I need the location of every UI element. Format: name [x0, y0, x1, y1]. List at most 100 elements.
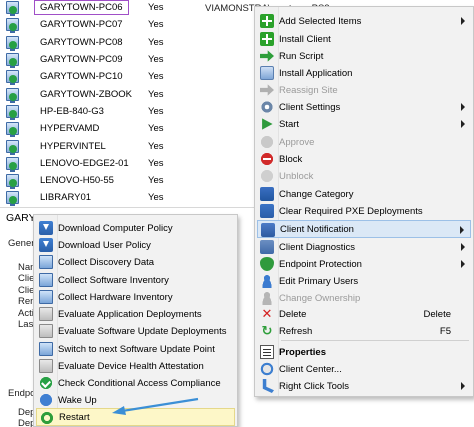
- menu-item-download-user-policy[interactable]: Download User Policy: [36, 236, 235, 254]
- device-name: LIBRARY01: [40, 192, 92, 204]
- install-application-icon: [260, 66, 274, 80]
- device-name: LENOVO-H50-55: [40, 175, 114, 187]
- client-check-icon: [9, 196, 17, 205]
- evaluate-icon: [39, 359, 53, 373]
- reassign-site-icon: [260, 84, 274, 96]
- device-client-status: Yes: [148, 54, 164, 66]
- menu-item-approve: Approve: [257, 133, 471, 151]
- menu-item-label: Right Click Tools: [279, 380, 350, 392]
- unblock-icon: [260, 169, 274, 183]
- menu-item-label: Clear Required PXE Deployments: [279, 205, 423, 217]
- device-name: GARYTOWN-PC06: [34, 0, 129, 16]
- device-client-status: Yes: [148, 192, 164, 204]
- client-check-icon: [9, 58, 17, 67]
- menu-item-label: Check Conditional Access Compliance: [58, 377, 221, 389]
- menu-item-start[interactable]: Start: [257, 115, 471, 133]
- menu-item-endpoint-protection[interactable]: Endpoint Protection: [257, 255, 471, 273]
- menu-item-client-diagnostics[interactable]: Client Diagnostics: [257, 238, 471, 256]
- run-script-icon: [260, 50, 274, 62]
- device-name: HYPERVAMD: [40, 123, 100, 135]
- client-check-icon: [9, 109, 17, 118]
- menu-item-install-client[interactable]: Install Client: [257, 30, 471, 48]
- menu-item-collect-software-inventory[interactable]: Collect Software Inventory: [36, 271, 235, 289]
- client-diagnostics-icon: [260, 240, 274, 254]
- computer-icon: [6, 104, 19, 120]
- menu-item-label: Unblock: [279, 170, 314, 182]
- menu-item-collect-hardware-inventory[interactable]: Collect Hardware Inventory: [36, 288, 235, 306]
- menu-item-label: Install Application: [279, 67, 353, 79]
- menu-item-label: Approve: [279, 136, 315, 148]
- menu-item-label: Reassign Site: [279, 84, 338, 96]
- approve-icon: [260, 135, 274, 149]
- menu-item-add-selected-items[interactable]: Add Selected Items: [257, 12, 471, 30]
- menu-separator: [281, 340, 469, 341]
- device-client-status: Yes: [148, 88, 164, 100]
- menu-item-evaluate-application-deployments[interactable]: Evaluate Application Deployments: [36, 305, 235, 323]
- submenu-arrow-icon: [461, 17, 465, 25]
- endpoint-protection-icon: [260, 257, 274, 271]
- computer-icon: [6, 1, 19, 17]
- check-icon: [39, 376, 53, 390]
- menu-item-client-notification[interactable]: Client Notification: [257, 220, 471, 238]
- menu-item-delete[interactable]: ✕ Delete Delete: [257, 305, 471, 323]
- menu-item-change-category[interactable]: Change Category: [257, 185, 471, 203]
- menu-item-label: Block: [279, 153, 303, 165]
- green-plus-icon: [260, 14, 274, 28]
- menu-item-label: Edit Primary Users: [279, 275, 359, 287]
- device-name: GARYTOWN-PC10: [40, 71, 123, 83]
- menu-item-label: Delete: [279, 308, 307, 320]
- menu-item-label: Restart: [59, 411, 90, 423]
- menu-item-label: Evaluate Application Deployments: [58, 308, 202, 320]
- submenu-arrow-icon: [461, 243, 465, 251]
- device-client-status: Yes: [148, 123, 164, 135]
- menu-item-reassign-site: Reassign Site: [257, 81, 471, 99]
- change-category-icon: [260, 187, 274, 201]
- client-check-icon: [9, 127, 17, 136]
- computer-icon: [6, 191, 19, 207]
- submenu-arrow-icon: [461, 260, 465, 268]
- menu-item-properties[interactable]: Properties: [257, 343, 471, 361]
- menu-item-label: Evaluate Device Health Attestation: [58, 360, 204, 372]
- menu-item-right-click-tools[interactable]: Right Click Tools: [257, 377, 471, 395]
- menu-item-check-conditional-access-compliance[interactable]: Check Conditional Access Compliance: [36, 374, 235, 392]
- device-client-status: Yes: [148, 175, 164, 187]
- device-client-status: Yes: [148, 71, 164, 83]
- evaluate-icon: [39, 307, 53, 321]
- menu-item-label: Client Diagnostics: [279, 241, 356, 253]
- menu-item-label: Download User Policy: [58, 239, 151, 251]
- menu-item-evaluate-device-health-attestation[interactable]: Evaluate Device Health Attestation: [36, 357, 235, 375]
- menu-item-collect-discovery-data[interactable]: Collect Discovery Data: [36, 253, 235, 271]
- wake-up-icon: [39, 393, 53, 407]
- menu-item-label: Change Category: [279, 188, 354, 200]
- menu-item-edit-primary-users[interactable]: Edit Primary Users: [257, 272, 471, 290]
- menu-item-switch-to-next-software-update-point[interactable]: Switch to next Software Update Point: [36, 340, 235, 358]
- download-icon: [39, 221, 53, 235]
- menu-item-client-settings[interactable]: Client Settings: [257, 98, 471, 116]
- annotation-arrow-icon: [112, 397, 199, 415]
- menu-item-label: Client Center...: [279, 363, 342, 375]
- device-name: GARYTOWN-PC07: [40, 19, 123, 31]
- menu-item-run-script[interactable]: Run Script: [257, 47, 471, 65]
- menu-item-label: Collect Software Inventory: [58, 274, 169, 286]
- computer-icon: [6, 139, 19, 155]
- delete-icon: ✕: [261, 306, 273, 321]
- menu-item-label: Run Script: [279, 50, 324, 62]
- submenu-arrow-icon: [461, 103, 465, 111]
- menu-item-install-application[interactable]: Install Application: [257, 64, 471, 82]
- menu-item-label: Refresh: [279, 325, 313, 337]
- client-check-icon: [9, 6, 17, 15]
- menu-item-download-computer-policy[interactable]: Download Computer Policy: [36, 219, 235, 237]
- menu-item-block[interactable]: Block: [257, 150, 471, 168]
- client-check-icon: [9, 23, 17, 32]
- menu-item-client-center[interactable]: Client Center...: [257, 360, 471, 378]
- menu-item-refresh[interactable]: ↻ Refresh F5: [257, 322, 471, 340]
- computer-icon: [6, 156, 19, 172]
- computer-icon: [6, 87, 19, 103]
- device-name: HYPERVINTEL: [40, 140, 106, 152]
- device-name: HP-EB-840-G3: [40, 105, 104, 117]
- change-ownership-icon: [260, 291, 274, 305]
- menu-item-evaluate-software-update-deployments[interactable]: Evaluate Software Update Deployments: [36, 322, 235, 340]
- submenu-arrow-icon: [460, 226, 464, 234]
- menu-item-clear-required-pxe-deployments[interactable]: Clear Required PXE Deployments: [257, 202, 471, 220]
- menu-item-label: Wake Up: [58, 394, 97, 406]
